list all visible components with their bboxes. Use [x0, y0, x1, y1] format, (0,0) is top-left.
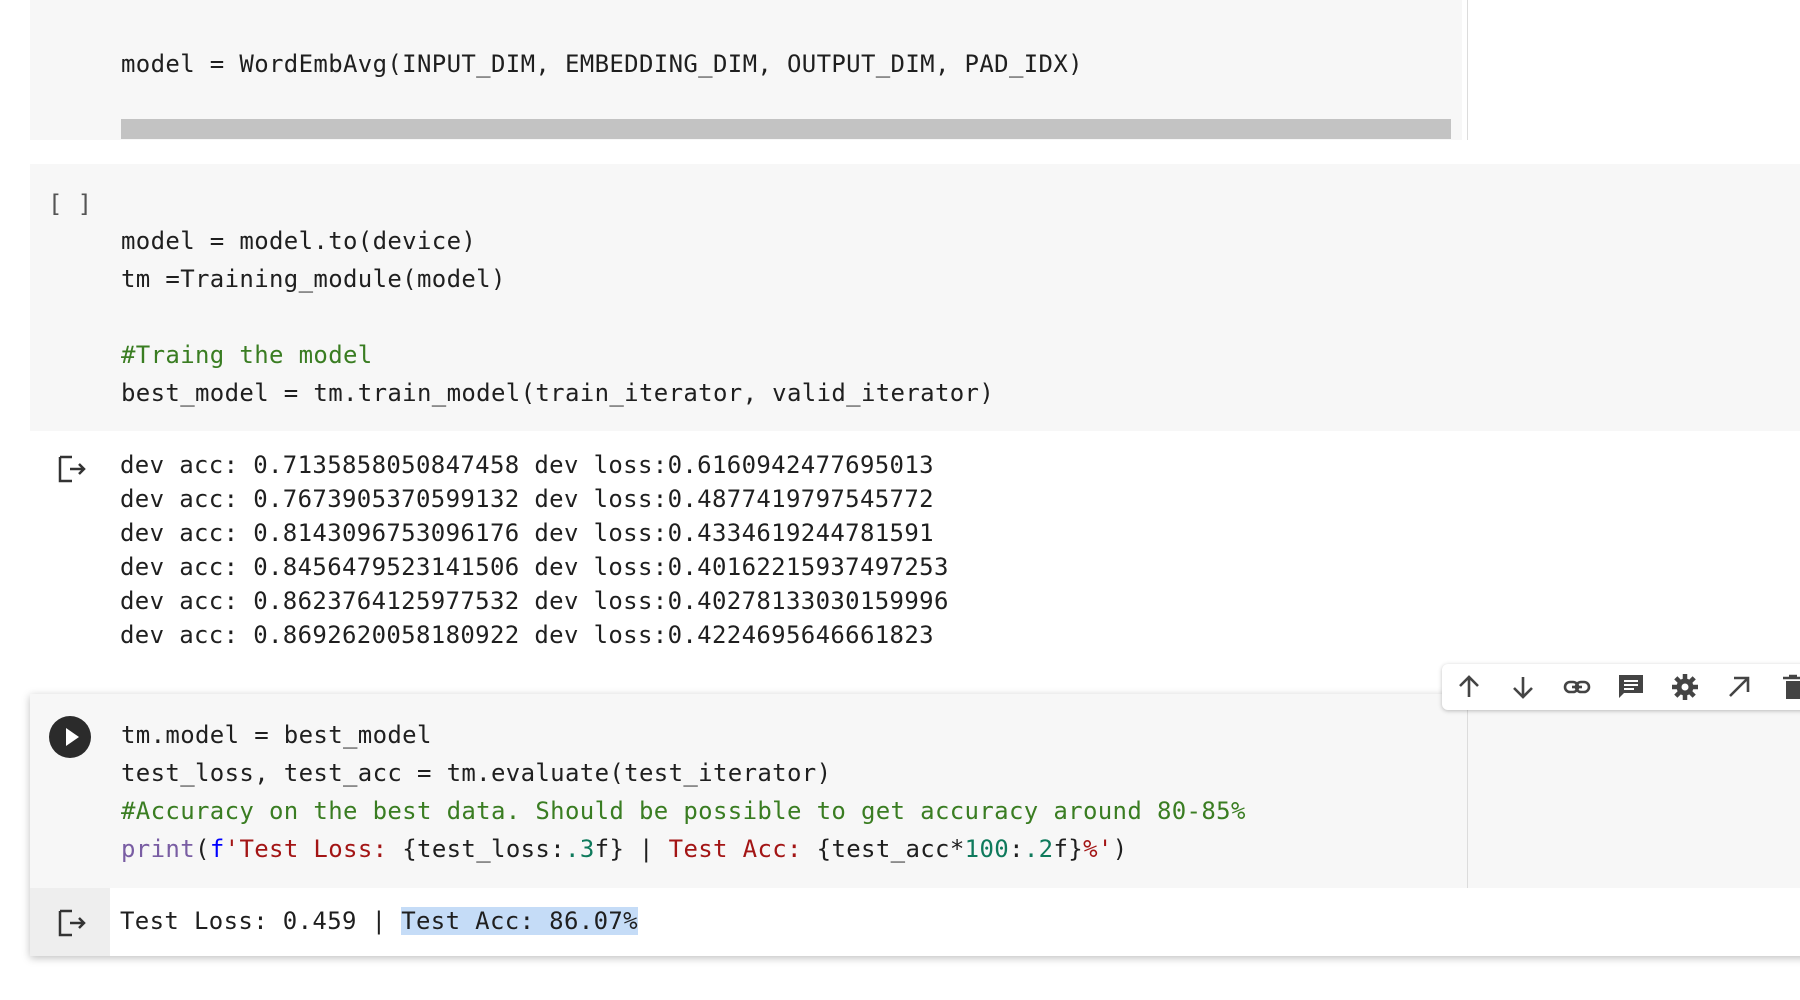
output-icon [58, 909, 86, 937]
percent-sign: % [1083, 835, 1098, 863]
output-line-1: dev acc: 0.7135858050847458 dev loss:0.6… [120, 451, 934, 479]
cell2-code-line-2[interactable]: tm =Training_module(model) [121, 260, 506, 298]
cell1-code-line[interactable]: model = WordEmbAvg(INPUT_DIM, EMBEDDING_… [121, 45, 1083, 83]
output-test-loss: Test Loss: 0.459 | [120, 907, 402, 935]
string-test-acc: Test Acc: [668, 835, 817, 863]
arrow-up-icon[interactable] [1454, 672, 1484, 702]
arrow-down-icon[interactable] [1508, 672, 1538, 702]
output-line-6: dev acc: 0.8692620058180922 dev loss:0.4… [120, 621, 934, 649]
number-100: 100 [964, 835, 1010, 863]
output-line-5: dev acc: 0.8623764125977532 dev loss:0.4… [120, 587, 949, 615]
cell3-print-line[interactable]: print(f'Test Loss: {test_loss:.3f} | Tes… [121, 830, 1128, 868]
paren-open: ( [195, 835, 210, 863]
selected-text[interactable]: Test Acc: 86.07% [401, 907, 638, 935]
cell-toolbar [1442, 664, 1800, 710]
print-keyword: print [121, 835, 195, 863]
quote-close: ' [1097, 835, 1113, 863]
expr-test-acc: {test_acc* [816, 835, 965, 863]
cell2-comment-line[interactable]: #Traing the model [121, 336, 373, 374]
cell3-comment-line[interactable]: #Accuracy on the best data. Should be po… [121, 792, 1246, 830]
link-icon[interactable] [1562, 672, 1592, 702]
expr-test-loss: {test_loss: [402, 835, 566, 863]
paren-close: ) [1112, 835, 1128, 863]
expr-test-acc-end: f} [1053, 835, 1084, 863]
gear-icon[interactable] [1670, 672, 1700, 702]
open-in-editor-icon[interactable] [1724, 672, 1754, 702]
format-precision-2: .2 [1023, 835, 1054, 863]
string-test-loss: Test Loss: [239, 835, 403, 863]
cell3-code-line-1[interactable]: tm.model = best_model [121, 716, 432, 754]
trash-icon[interactable] [1778, 672, 1800, 702]
run-cell-button[interactable] [49, 716, 91, 758]
fstring-prefix: f [209, 835, 225, 863]
cell3-right-divider [1467, 694, 1468, 888]
execution-count: [ ] [48, 190, 93, 218]
output-line-2: dev acc: 0.7673905370599132 dev loss:0.4… [120, 485, 934, 513]
cell-right-divider [1467, 0, 1468, 140]
cell2-code-line-5[interactable]: best_model = tm.train_model(train_iterat… [121, 374, 994, 412]
output-line-4: dev acc: 0.8456479523141506 dev loss:0.4… [120, 553, 949, 581]
separator-pipe: | [624, 835, 669, 863]
expr-colon: : [1009, 835, 1024, 863]
cell3-output-line: Test Loss: 0.459 | Test Acc: 86.07% [120, 904, 638, 938]
comment-icon[interactable] [1616, 672, 1646, 702]
output-line-3: dev acc: 0.8143096753096176 dev loss:0.4… [120, 519, 934, 547]
quote-open: ' [224, 835, 240, 863]
expr-test-loss-end: f} [594, 835, 625, 863]
output-icon [58, 455, 86, 483]
cell3-code-line-2[interactable]: test_loss, test_acc = tm.evaluate(test_i… [121, 754, 831, 792]
horizontal-scrollbar[interactable] [121, 119, 1451, 139]
format-precision-1: .3 [565, 835, 595, 863]
cell2-code-line-1[interactable]: model = model.to(device) [121, 222, 476, 260]
